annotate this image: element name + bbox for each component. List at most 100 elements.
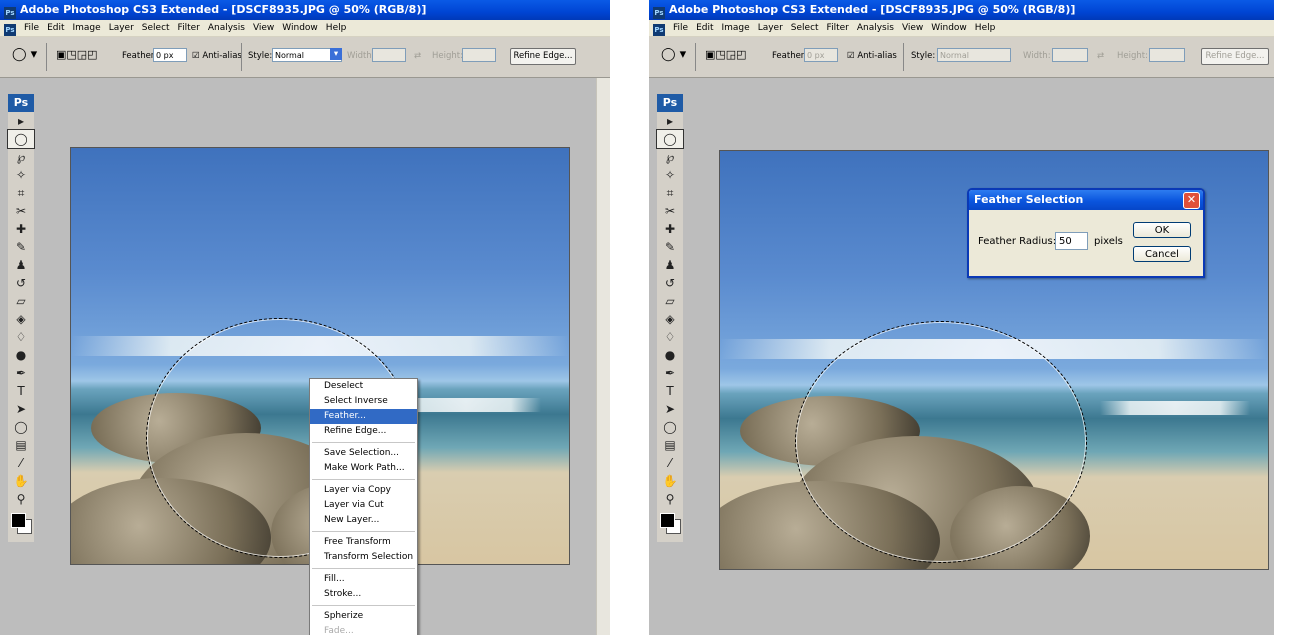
context-menu-item[interactable]: Deselect — [310, 379, 417, 394]
menu-help[interactable]: Help — [971, 23, 1000, 33]
menu-analysis[interactable]: Analysis — [204, 23, 249, 33]
title-bar[interactable]: Ps Adobe Photoshop CS3 Extended - [DSCF89… — [649, 0, 1274, 20]
marquee-tool-preset-icon[interactable]: ◯ ▾ — [12, 47, 37, 62]
lasso-icon[interactable]: ℘ — [657, 148, 683, 166]
context-menu-item[interactable]: Make Work Path... — [310, 461, 417, 476]
vertical-scrollbar[interactable] — [596, 78, 610, 635]
eyedropper-icon[interactable]: ⁄ — [8, 454, 34, 472]
hand-icon[interactable]: ✋ — [8, 472, 34, 490]
ok-button[interactable]: OK — [1133, 222, 1191, 238]
eraser-icon[interactable]: ▱ — [657, 292, 683, 310]
context-menu-item[interactable]: Spherize — [310, 609, 417, 624]
context-menu-item[interactable]: Free Transform — [310, 535, 417, 550]
paint-bucket-icon[interactable]: ◈ — [8, 310, 34, 328]
paint-bucket-icon[interactable]: ◈ — [657, 310, 683, 328]
type-icon[interactable]: T — [657, 382, 683, 400]
menu-filter[interactable]: Filter — [174, 23, 204, 33]
crop-icon[interactable]: ⌗ — [657, 184, 683, 202]
elliptical-marquee-icon[interactable]: ◯ — [656, 129, 684, 149]
menu-view[interactable]: View — [249, 23, 278, 33]
context-menu-item[interactable]: Refine Edge... — [310, 424, 417, 439]
cancel-button[interactable]: Cancel — [1133, 246, 1191, 262]
menu-window[interactable]: Window — [927, 23, 971, 33]
menu-layer[interactable]: Layer — [754, 23, 787, 33]
zoom-icon[interactable]: ⚲ — [657, 490, 683, 508]
context-menu-item[interactable]: Feather... — [310, 409, 417, 424]
context-menu-item[interactable]: Transform Selection — [310, 550, 417, 565]
width-input[interactable] — [372, 48, 406, 62]
history-brush-icon[interactable]: ↺ — [8, 274, 34, 292]
lasso-icon[interactable]: ℘ — [8, 148, 34, 166]
dialog-title[interactable]: Feather Selection — [969, 190, 1203, 210]
blur-icon[interactable]: ♢ — [8, 328, 34, 346]
marquee-tool-preset-icon[interactable]: ◯ ▾ — [661, 47, 686, 62]
context-menu-item[interactable]: Select Inverse — [310, 394, 417, 409]
ps-logo[interactable]: Ps — [8, 94, 34, 112]
swap-icon[interactable]: ⇄ — [414, 51, 421, 61]
menu-edit[interactable]: Edit — [692, 23, 717, 33]
notes-icon[interactable]: ▤ — [8, 436, 34, 454]
menu-window[interactable]: Window — [278, 23, 322, 33]
hand-icon[interactable]: ✋ — [657, 472, 683, 490]
eyedropper-icon[interactable]: ⁄ — [657, 454, 683, 472]
healing-brush-icon[interactable]: ✚ — [657, 220, 683, 238]
menu-image[interactable]: Image — [718, 23, 754, 33]
path-selection-icon[interactable]: ➤ — [8, 400, 34, 418]
width-input[interactable] — [1052, 48, 1088, 62]
foreground-color[interactable] — [11, 513, 26, 528]
clone-stamp-icon[interactable]: ♟ — [657, 256, 683, 274]
move-tool-icon[interactable]: ▸ — [657, 112, 683, 130]
feather-radius-input[interactable]: 50 — [1055, 232, 1088, 250]
menu-analysis[interactable]: Analysis — [853, 23, 898, 33]
swap-icon[interactable]: ⇄ — [1097, 51, 1104, 61]
foreground-color[interactable] — [660, 513, 675, 528]
ellipse-shape-icon[interactable]: ◯ — [657, 418, 683, 436]
refine-edge-button[interactable]: Refine Edge... — [510, 48, 576, 65]
elliptical-marquee-icon[interactable]: ◯ — [7, 129, 35, 149]
history-brush-icon[interactable]: ↺ — [657, 274, 683, 292]
feather-input[interactable]: 0 px — [804, 48, 838, 62]
antialias-checkbox[interactable]: ☑ Anti-alias — [847, 51, 897, 61]
zoom-icon[interactable]: ⚲ — [8, 490, 34, 508]
healing-brush-icon[interactable]: ✚ — [8, 220, 34, 238]
slice-icon[interactable]: ✂ — [8, 202, 34, 220]
refine-edge-button[interactable]: Refine Edge... — [1201, 48, 1269, 65]
path-selection-icon[interactable]: ➤ — [657, 400, 683, 418]
dodge-icon[interactable]: ● — [657, 346, 683, 364]
height-input[interactable] — [1149, 48, 1185, 62]
ps-logo[interactable]: Ps — [657, 94, 683, 112]
context-menu-item[interactable]: New Layer... — [310, 513, 417, 528]
type-icon[interactable]: T — [8, 382, 34, 400]
menu-help[interactable]: Help — [322, 23, 351, 33]
menu-select[interactable]: Select — [787, 23, 823, 33]
elliptical-selection[interactable] — [795, 321, 1087, 563]
pen-icon[interactable]: ✒ — [8, 364, 34, 382]
menu-filter[interactable]: Filter — [823, 23, 853, 33]
chevron-down-icon[interactable]: ▾ — [330, 48, 342, 60]
magic-wand-icon[interactable]: ✧ — [8, 166, 34, 184]
menu-select[interactable]: Select — [138, 23, 174, 33]
menu-file[interactable]: File — [20, 23, 43, 33]
slice-icon[interactable]: ✂ — [657, 202, 683, 220]
move-tool-icon[interactable]: ▸ — [8, 112, 34, 130]
context-menu-item[interactable]: Layer via Cut — [310, 498, 417, 513]
close-icon[interactable]: ✕ — [1183, 192, 1200, 209]
height-input[interactable] — [462, 48, 496, 62]
context-menu-item[interactable]: Stroke... — [310, 587, 417, 602]
brush-icon[interactable]: ✎ — [657, 238, 683, 256]
dodge-icon[interactable]: ● — [8, 346, 34, 364]
brush-icon[interactable]: ✎ — [8, 238, 34, 256]
title-bar[interactable]: Ps Adobe Photoshop CS3 Extended - [DSCF89… — [0, 0, 610, 20]
pen-icon[interactable]: ✒ — [657, 364, 683, 382]
menu-image[interactable]: Image — [69, 23, 105, 33]
magic-wand-icon[interactable]: ✧ — [657, 166, 683, 184]
style-select[interactable]: Normal — [937, 48, 1011, 62]
context-menu-item[interactable]: Layer via Copy — [310, 483, 417, 498]
blur-icon[interactable]: ♢ — [657, 328, 683, 346]
eraser-icon[interactable]: ▱ — [8, 292, 34, 310]
antialias-checkbox[interactable]: ☑ Anti-alias — [192, 51, 242, 61]
menu-layer[interactable]: Layer — [105, 23, 138, 33]
notes-icon[interactable]: ▤ — [657, 436, 683, 454]
feather-input[interactable]: 0 px — [153, 48, 187, 62]
clone-stamp-icon[interactable]: ♟ — [8, 256, 34, 274]
